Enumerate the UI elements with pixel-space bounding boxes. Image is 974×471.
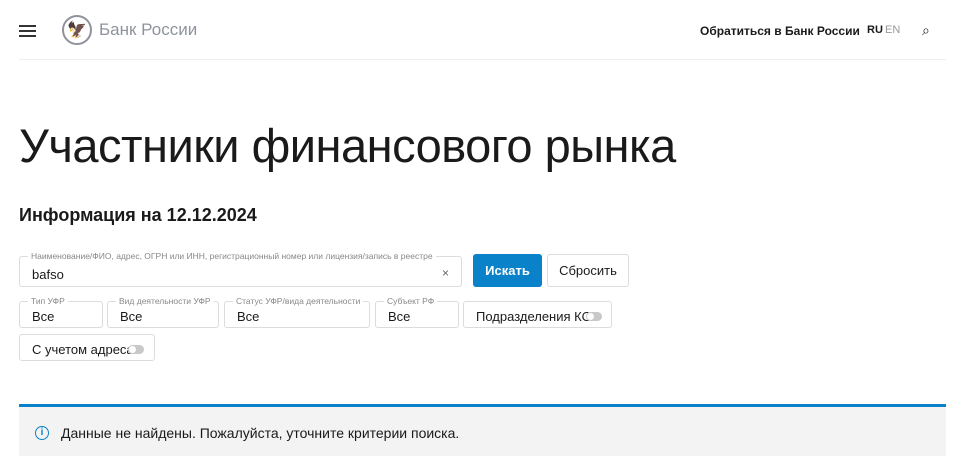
page-title: Участники финансового рынка xyxy=(19,119,676,172)
toggle-switch[interactable] xyxy=(586,312,602,321)
bank-logo-icon[interactable]: 🦅 xyxy=(62,15,92,45)
filter-region[interactable]: Субъект РФ Все xyxy=(375,296,459,328)
info-date: Информация на 12.12.2024 xyxy=(19,205,257,225)
lang-en[interactable]: EN xyxy=(885,24,900,36)
filter-label: Вид деятельности УФР xyxy=(116,296,214,306)
filter-value: Все xyxy=(32,309,55,324)
clear-icon[interactable]: × xyxy=(442,266,449,280)
filter-status[interactable]: Статус УФР/вида деятельности Все xyxy=(224,296,370,328)
search-input[interactable]: Наименование/ФИО, адрес, ОГРН или ИНН, р… xyxy=(19,251,462,287)
info-icon: i xyxy=(35,426,49,440)
contact-link[interactable]: Обратиться в Банк России xyxy=(700,24,860,38)
brand-name[interactable]: Банк России xyxy=(99,20,197,40)
menu-button[interactable] xyxy=(19,25,36,37)
no-results-alert: i Данные не найдены. Пожалуйста, уточнит… xyxy=(19,404,946,456)
filter-value: Все xyxy=(120,309,143,324)
search-icon[interactable]: ⌕ xyxy=(922,22,930,39)
toggle-ko-branches[interactable]: Подразделения КО xyxy=(463,301,612,328)
filter-label: Тип УФР xyxy=(28,296,68,306)
search-label: Наименование/ФИО, адрес, ОГРН или ИНН, р… xyxy=(28,251,436,261)
filter-type[interactable]: Тип УФР Все xyxy=(19,296,103,328)
filter-activity[interactable]: Вид деятельности УФР Все xyxy=(107,296,219,328)
lang-ru[interactable]: RU xyxy=(867,24,883,36)
filter-label: Статус УФР/вида деятельности xyxy=(233,296,364,306)
toggle-label: С учетом адреса xyxy=(32,342,134,357)
toggle-label: Подразделения КО xyxy=(476,309,592,324)
filter-value: Все xyxy=(237,309,260,324)
filter-value: Все xyxy=(388,309,411,324)
divider xyxy=(19,59,946,60)
reset-button[interactable]: Сбросить xyxy=(547,254,629,287)
search-button[interactable]: Искать xyxy=(473,254,542,287)
toggle-address[interactable]: С учетом адреса xyxy=(19,334,155,361)
toggle-switch[interactable] xyxy=(128,345,144,354)
search-value: bafso xyxy=(32,267,64,282)
filter-label: Субъект РФ xyxy=(384,296,438,306)
alert-text: Данные не найдены. Пожалуйста, уточните … xyxy=(61,425,460,441)
